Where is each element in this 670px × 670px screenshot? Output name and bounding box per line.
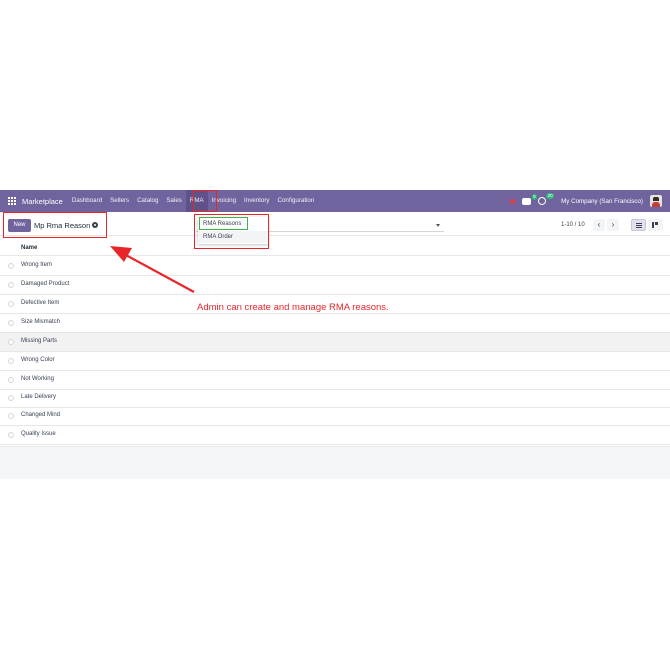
- annotation-text: Admin can create and manage RMA reasons.: [197, 302, 389, 313]
- annotation-arrow: [110, 246, 195, 293]
